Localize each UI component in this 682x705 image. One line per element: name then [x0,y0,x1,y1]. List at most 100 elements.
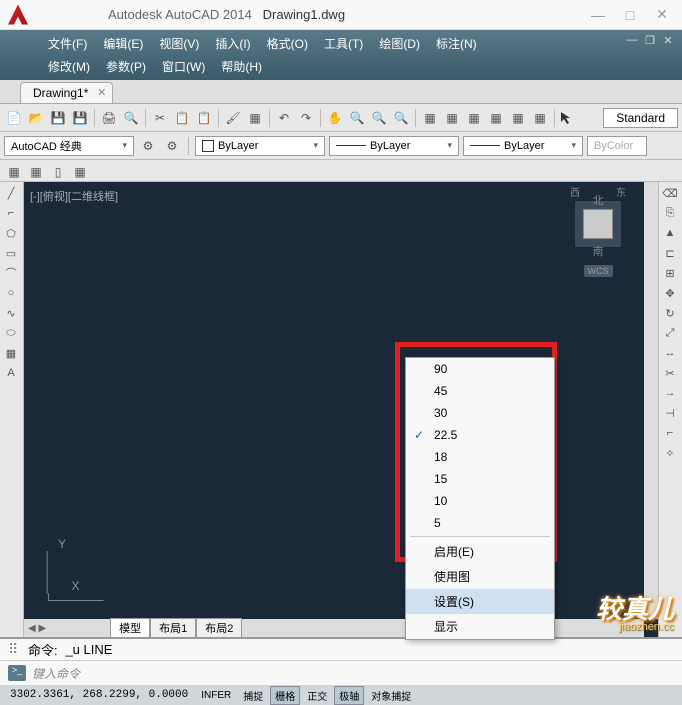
toolpalette-icon[interactable]: ▦ [464,108,484,128]
circle-tool-icon[interactable]: ○ [2,284,20,302]
layout-tab-2[interactable]: 布局2 [196,618,242,638]
menu-dimension[interactable]: 标注(N) [428,32,485,55]
angle-option-90[interactable]: 90 [406,358,554,380]
angle-option-18[interactable]: 18 [406,446,554,468]
tab-close-icon[interactable]: ✕ [97,86,106,99]
viewport-label[interactable]: [-][俯视][二维线框] [30,188,118,204]
angle-option-10[interactable]: 10 [406,490,554,512]
angle-option-22-5[interactable]: ✓ 22.5 [406,424,554,446]
status-infer[interactable]: INFER [196,688,236,703]
scale-tool-icon[interactable]: ⤢ [661,324,679,342]
viewcube-west[interactable]: 西 [570,184,580,199]
extend-tool-icon[interactable]: → [661,384,679,402]
document-tab[interactable]: Drawing1* ✕ [20,82,113,103]
sheetset-icon[interactable]: ▦ [486,108,506,128]
match-icon[interactable]: 🖌 [223,108,243,128]
mirror-tool-icon[interactable]: ▲ [661,224,679,242]
doc-minimize-button[interactable]: — [624,34,640,48]
saveas-icon[interactable]: 💾 [70,108,90,128]
vp-single-icon[interactable]: ▯ [48,162,68,182]
close-button[interactable]: ✕ [650,5,674,25]
menu-view[interactable]: 视图(V) [151,32,207,55]
angle-option-30[interactable]: 30 [406,402,554,424]
viewcube-east[interactable]: 东 [616,184,626,199]
rotate-tool-icon[interactable]: ↻ [661,304,679,322]
menu-file[interactable]: 文件(F) [40,32,95,55]
lineweight-selector[interactable]: ByLayer ▾ [463,136,583,156]
open-icon[interactable]: 📂 [26,108,46,128]
ctx-display[interactable]: 显示 [406,614,554,639]
hatch-tool-icon[interactable]: ▦ [2,344,20,362]
viewcube-face[interactable] [583,209,613,239]
angle-option-5[interactable]: 5 [406,512,554,534]
menu-insert[interactable]: 插入(I) [207,32,258,55]
spline-tool-icon[interactable]: ∿ [2,304,20,322]
menu-edit[interactable]: 编辑(E) [95,32,151,55]
zoom-icon[interactable]: 🔍 [347,108,367,128]
vertical-scrollbar[interactable] [644,182,658,619]
command-input[interactable]: 键入命令 [32,665,674,682]
erase-tool-icon[interactable]: ⌫ [661,184,679,202]
pline-tool-icon[interactable]: ⌐ [2,204,20,222]
trim-tool-icon[interactable]: ✂ [661,364,679,382]
array-tool-icon[interactable]: ⊞ [661,264,679,282]
linetype-selector[interactable]: ByLayer ▾ [329,136,459,156]
menu-help[interactable]: 帮助(H) [213,55,270,78]
color-selector[interactable]: ByColor [587,136,647,156]
menu-parametric[interactable]: 参数(P) [98,55,154,78]
menu-tools[interactable]: 工具(T) [316,32,371,55]
status-osnap[interactable]: 对象捕捉 [366,686,416,705]
new-icon[interactable]: 📄 [4,108,24,128]
break-tool-icon[interactable]: ⊣ [661,404,679,422]
menu-modify[interactable]: 修改(M) [40,55,98,78]
save-icon[interactable]: 💾 [48,108,68,128]
maximize-button[interactable]: □ [618,5,642,25]
menu-format[interactable]: 格式(O) [259,32,316,55]
fillet-tool-icon[interactable]: ⌐ [661,424,679,442]
move-tool-icon[interactable]: ✥ [661,284,679,302]
drawing-canvas[interactable]: [-][俯视][二维线框] 北 西 东 南 WCS Y │││ X └─────… [24,182,658,637]
vp-join-icon[interactable]: ▦ [70,162,90,182]
command-input-line[interactable]: >_ 键入命令 [0,661,682,685]
paste-icon[interactable]: 📋 [194,108,214,128]
text-tool-icon[interactable]: A [2,364,20,382]
workspace-settings-icon[interactable]: ⚙ [138,136,158,156]
ctx-enable[interactable]: 启用(E) [406,539,554,564]
layer-selector[interactable]: ByLayer ▾ [195,136,325,156]
properties-icon[interactable]: ▦ [420,108,440,128]
zoom-prev-icon[interactable]: 🔍 [391,108,411,128]
block-icon[interactable]: ▦ [245,108,265,128]
stretch-tool-icon[interactable]: ↔ [661,344,679,362]
ctx-settings[interactable]: 设置(S) [406,589,554,614]
layout-tab-1[interactable]: 布局1 [150,618,196,638]
redo-icon[interactable]: ↷ [296,108,316,128]
calc-icon[interactable]: ▦ [530,108,550,128]
menu-draw[interactable]: 绘图(D) [371,32,428,55]
ellipse-tool-icon[interactable]: ⬭ [2,324,20,342]
layout-tab-model[interactable]: 模型 [110,618,150,638]
rect-tool-icon[interactable]: ▭ [2,244,20,262]
wcs-label[interactable]: WCS [584,265,613,277]
workspace-selector[interactable]: AutoCAD 经典 ▾ [4,136,134,156]
doc-restore-button[interactable]: ❐ [642,34,658,48]
undo-icon[interactable]: ↶ [274,108,294,128]
polygon-tool-icon[interactable]: ⬠ [2,224,20,242]
print-icon[interactable]: 🖨 [99,108,119,128]
grip-icon[interactable]: ⠿ [8,641,28,658]
markup-icon[interactable]: ▦ [508,108,528,128]
preview-icon[interactable]: 🔍 [121,108,141,128]
copy-tool-icon[interactable]: ⎘ [661,204,679,222]
vp-named-icon[interactable]: ▦ [26,162,46,182]
angle-option-45[interactable]: 45 [406,380,554,402]
status-snap[interactable]: 捕捉 [238,686,268,705]
ctx-use-drawing[interactable]: 使用图 [406,564,554,589]
status-polar[interactable]: 极轴 [334,686,364,705]
vp-config-icon[interactable]: ▦ [4,162,24,182]
zoom-window-icon[interactable]: 🔍 [369,108,389,128]
explode-tool-icon[interactable]: ✧ [661,444,679,462]
copy-icon[interactable]: 📋 [172,108,192,128]
viewcube[interactable]: 北 西 东 南 WCS [568,192,628,272]
doc-close-button[interactable]: ✕ [660,34,676,48]
pan-icon[interactable]: ✋ [325,108,345,128]
status-coordinates[interactable]: 3302.3361, 268.2299, 0.0000 [4,689,194,701]
